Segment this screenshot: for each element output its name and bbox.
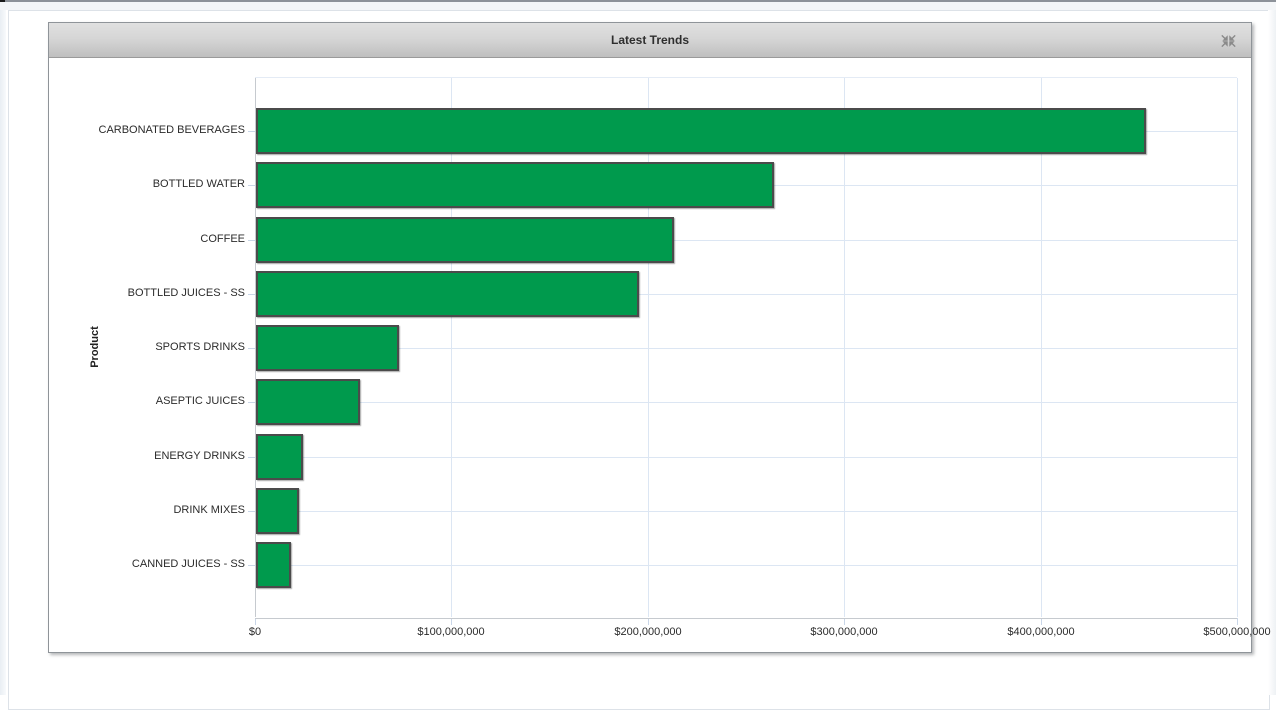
x-tick-label: $0	[185, 626, 325, 638]
x-axis-tick	[844, 618, 845, 625]
collapse-icon[interactable]	[1219, 33, 1238, 49]
bar-energy-drinks[interactable]	[256, 434, 303, 480]
gridline-vertical	[1237, 78, 1238, 617]
x-tick-label: $200,000,000	[578, 626, 718, 638]
bar-aseptic-juices[interactable]	[256, 379, 360, 425]
x-axis-tick	[255, 618, 256, 625]
category-label: DRINK MIXES	[49, 503, 245, 517]
x-axis-tick	[648, 618, 649, 625]
y-axis-tick	[248, 294, 255, 295]
category-label: BOTTLED WATER	[49, 177, 245, 191]
bar-sports-drinks[interactable]	[256, 325, 399, 371]
y-axis-tick	[248, 131, 255, 132]
bar-canned-juices-ss[interactable]	[256, 542, 291, 588]
y-axis-tick	[248, 185, 255, 186]
chart-body: Product $0$100,000,000$200,000,000$300,0…	[49, 58, 1251, 652]
y-axis-tick	[248, 511, 255, 512]
bar-bottled-water[interactable]	[256, 162, 774, 208]
y-axis-tick	[248, 402, 255, 403]
category-label: COFFEE	[49, 232, 245, 246]
x-axis-line	[255, 618, 1237, 619]
x-axis-tick	[1041, 618, 1042, 625]
category-label: ASEPTIC JUICES	[49, 394, 245, 408]
bar-bottled-juices-ss[interactable]	[256, 271, 639, 317]
bar-drink-mixes[interactable]	[256, 488, 299, 534]
category-label: BOTTLED JUICES - SS	[49, 286, 245, 300]
category-label: SPORTS DRINKS	[49, 340, 245, 354]
widget-header: Latest Trends	[49, 23, 1251, 58]
gridline-horizontal	[255, 511, 1237, 512]
gridline-horizontal	[255, 348, 1237, 349]
y-axis-tick	[248, 348, 255, 349]
page-strip	[0, 2, 1276, 10]
page-right-edge	[1268, 10, 1276, 695]
gridline-horizontal	[255, 402, 1237, 403]
category-label: CANNED JUICES - SS	[49, 557, 245, 571]
x-tick-label: $500,000,000	[1167, 626, 1276, 638]
plot-area	[255, 77, 1237, 617]
y-axis-tick	[248, 457, 255, 458]
gridline-horizontal	[255, 457, 1237, 458]
x-tick-label: $300,000,000	[774, 626, 914, 638]
x-axis-tick	[451, 618, 452, 625]
y-axis-line	[255, 78, 256, 617]
x-axis-tick	[1237, 618, 1238, 625]
bar-coffee[interactable]	[256, 217, 674, 263]
x-tick-label: $400,000,000	[971, 626, 1111, 638]
x-tick-label: $100,000,000	[381, 626, 521, 638]
widget-title: Latest Trends	[49, 23, 1251, 58]
page-left-edge	[0, 10, 6, 695]
y-axis-tick	[248, 240, 255, 241]
latest-trends-widget: Latest Trends Product $0$100,000,000$200…	[48, 22, 1252, 653]
y-axis-tick	[248, 565, 255, 566]
category-label: CARBONATED BEVERAGES	[49, 123, 245, 137]
gridline-horizontal	[255, 565, 1237, 566]
bar-carbonated-beverages[interactable]	[256, 108, 1146, 154]
category-label: ENERGY DRINKS	[49, 449, 245, 463]
